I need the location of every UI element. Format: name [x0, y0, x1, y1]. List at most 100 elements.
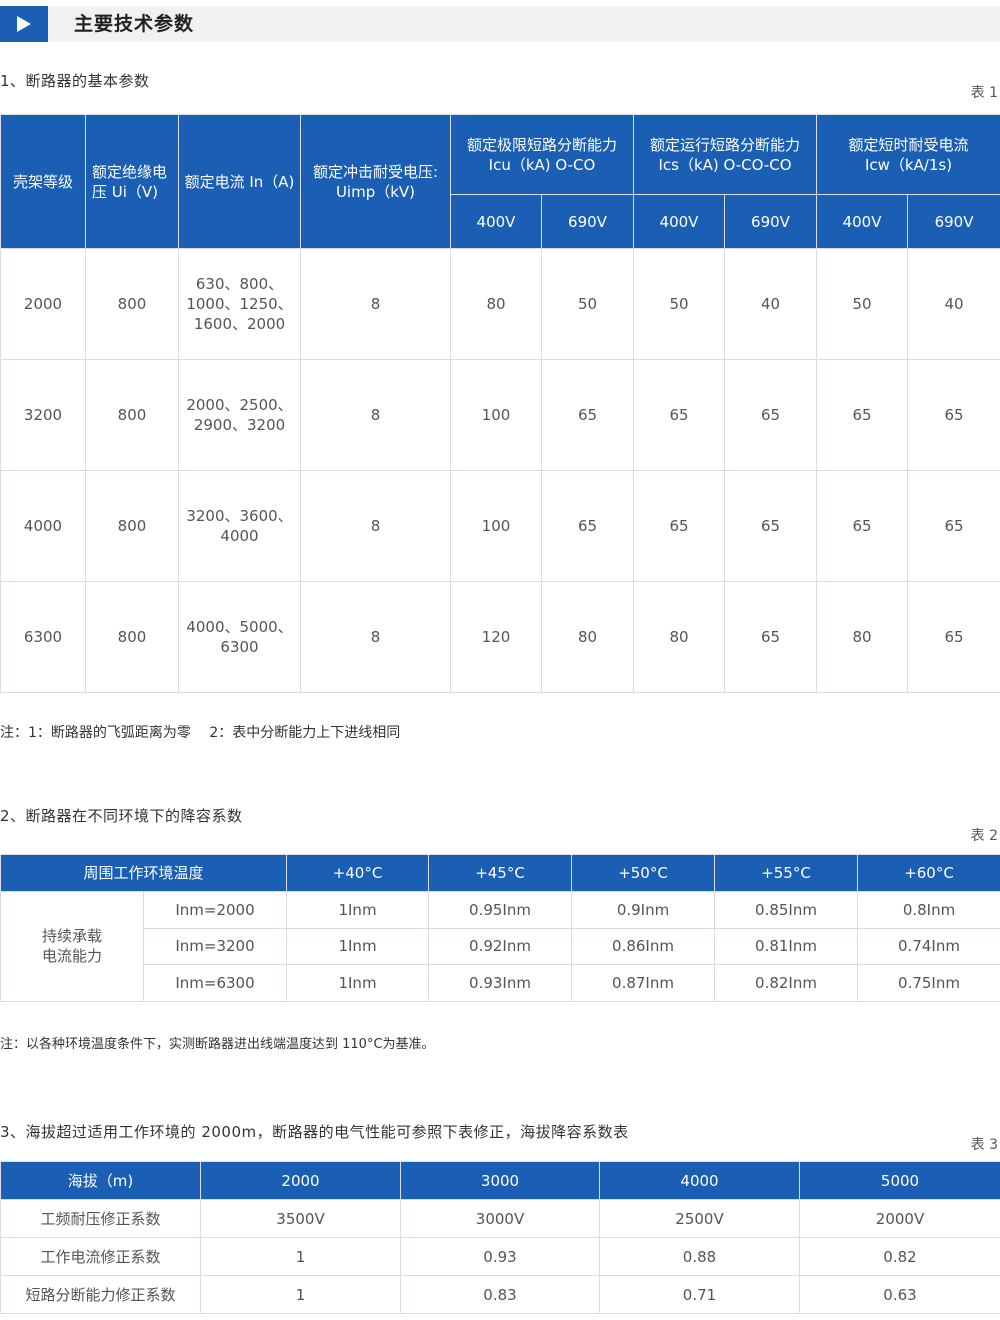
cell-value: 2000V [799, 1199, 1000, 1238]
cell-ui: 800 [85, 359, 179, 471]
cell-uimp: 8 [300, 470, 451, 582]
cell-frame: 6300 [0, 581, 86, 693]
section1-title: 1、断路器的基本参数 [0, 72, 150, 90]
header-altitude-2000: 2000 [200, 1161, 401, 1200]
header-ics: 额定运行短路分断能力 Ics（kA) O-CO-CO [632, 114, 818, 195]
header-icw-690v: 690V [907, 194, 1000, 249]
cell-value: 0.92Inm [428, 927, 573, 966]
table2-number: 表 2 [970, 828, 998, 844]
header-ui: 额定绝缘电压 Ui（V) [85, 114, 179, 249]
cell-icw-690v: 65 [907, 470, 1000, 582]
cell-value: 0.86Inm [571, 927, 716, 966]
table-row: 2000 800 630、800、1000、1250、1600、2000 8 8… [0, 248, 1000, 360]
cell-value: 3500V [200, 1199, 401, 1238]
cell-frame: 2000 [0, 248, 86, 360]
cell-frame: 3200 [0, 359, 86, 471]
cell-icu-400v: 100 [450, 470, 542, 582]
table-row: Inm=3200 1Inm 0.92Inm 0.86Inm 0.81Inm 0.… [1, 927, 1000, 966]
header-in: 额定电流 In（A) [178, 114, 301, 249]
cell-value: 0.82 [799, 1237, 1000, 1276]
cell-frame: 4000 [0, 470, 86, 582]
cell-value: 0.81Inm [714, 927, 859, 966]
cell-icw-400v: 65 [816, 470, 909, 582]
cell-icw-400v: 80 [816, 581, 909, 693]
cell-in: 4000、5000、6300 [178, 581, 301, 693]
header-altitude: 海拔（m) [0, 1161, 201, 1200]
cell-value: 0.9Inm [571, 891, 716, 929]
cell-value: 1Inm [286, 927, 430, 966]
cell-ics-400v: 65 [633, 470, 725, 582]
cell-value: 0.95Inm [428, 891, 573, 929]
header-altitude-4000: 4000 [599, 1161, 800, 1200]
table-row: 3200 800 2000、2500、2900、3200 8 100 65 65… [0, 359, 1000, 471]
cell-ics-400v: 50 [633, 248, 725, 360]
cell-value: 1 [200, 1237, 401, 1276]
cell-value: 0.71 [599, 1275, 800, 1314]
cell-value: 2500V [599, 1199, 800, 1238]
table-row: 持续承载电流能力 Inm=2000 1Inm 0.95Inm 0.9Inm 0.… [0, 891, 1000, 1002]
cell-uimp: 8 [300, 248, 451, 360]
cell-inm: Inm=6300 [142, 964, 288, 1002]
cell-ics-690v: 40 [723, 248, 818, 360]
cell-ics-690v: 65 [723, 359, 818, 471]
cell-inm: Inm=2000 [142, 891, 288, 929]
header-temp-55: +55°C [714, 854, 859, 892]
header-uimp: 额定冲击耐受电压: Uimp（kV) [300, 114, 451, 249]
section3-title: 3、海拔超过适用工作环境的 2000m，断路器的电气性能可参照下表修正，海拔降容… [0, 1123, 629, 1141]
cell-value: 1Inm [286, 964, 430, 1002]
section1-note: 注：1：断路器的飞弧距离为零 2：表中分断能力上下进线相同 [0, 725, 401, 741]
altitude-derating-table: 海拔（m) 2000 3000 4000 5000 工频耐压修正系数 3500V… [0, 1161, 1000, 1314]
cell-icu-690v: 65 [541, 359, 634, 471]
cell-ics-690v: 65 [723, 581, 818, 693]
cell-ui: 800 [85, 470, 179, 582]
cell-value: 3000V [400, 1199, 600, 1238]
cell-value: 0.8Inm [857, 891, 1000, 929]
cell-icw-400v: 50 [816, 248, 909, 360]
table-row: 工频耐压修正系数 3500V 3000V 2500V 2000V [0, 1199, 1000, 1238]
cell-factor-label: 工作电流修正系数 [0, 1237, 201, 1276]
header-frame: 壳架等级 [0, 114, 86, 249]
cell-icu-400v: 100 [450, 359, 542, 471]
cell-icu-690v: 80 [541, 581, 634, 693]
section2-title: 2、断路器在不同环境下的降容系数 [0, 807, 243, 825]
cell-factor-label: 短路分断能力修正系数 [0, 1275, 201, 1314]
section-header: 主要技术参数 [0, 6, 1000, 42]
table-row: 工作电流修正系数 1 0.93 0.88 0.82 [0, 1237, 1000, 1276]
cell-inm: Inm=3200 [142, 927, 288, 966]
cell-icw-690v: 40 [907, 248, 1000, 360]
cell-ui: 800 [85, 248, 179, 360]
cell-value: 0.82Inm [714, 964, 859, 1002]
header-ics-690v: 690V [723, 194, 818, 249]
cell-icw-690v: 65 [907, 359, 1000, 471]
table-row: 6300 800 4000、5000、6300 8 120 80 80 65 8… [0, 581, 1000, 693]
cell-ics-690v: 65 [723, 470, 818, 582]
table-row: 短路分断能力修正系数 1 0.83 0.71 0.63 [0, 1275, 1000, 1314]
table-row: 4000 800 3200、3600、4000 8 100 65 65 65 6… [0, 470, 1000, 582]
cell-factor-label: 工频耐压修正系数 [0, 1199, 201, 1238]
cell-icu-690v: 65 [541, 470, 634, 582]
cell-value: 1Inm [286, 891, 430, 929]
cell-value: 0.88 [599, 1237, 800, 1276]
derating-temperature-table: 周围工作环境温度 +40°C +45°C +50°C +55°C +60°C 持… [0, 854, 1000, 1002]
cell-in: 630、800、1000、1250、1600、2000 [178, 248, 301, 360]
header-marker [0, 6, 48, 42]
header-icw: 额定短时耐受电流 Icw（kA/1s) [816, 114, 1000, 195]
section2-note: 注：以各种环境温度条件下，实测断路器进出线端温度达到 110°C为基准。 [0, 1037, 435, 1052]
header-temp-45: +45°C [428, 854, 573, 892]
header-temp-40: +40°C [286, 854, 430, 892]
cell-icw-690v: 65 [907, 581, 1000, 693]
cell-icw-400v: 65 [816, 359, 909, 471]
basic-parameters-table: 壳架等级 额定绝缘电压 Ui（V) 额定电流 In（A) 额定冲击耐受电压: U… [0, 114, 1000, 693]
play-triangle-icon [17, 16, 31, 32]
cell-uimp: 8 [300, 581, 451, 693]
cell-icu-690v: 50 [541, 248, 634, 360]
cell-ics-400v: 65 [633, 359, 725, 471]
cell-in: 2000、2500、2900、3200 [178, 359, 301, 471]
header-altitude-3000: 3000 [400, 1161, 600, 1200]
header-icu: 额定极限短路分断能力 Icu（kA) O-CO [450, 114, 634, 195]
cell-value: 0.74Inm [857, 927, 1000, 966]
cell-value: 1 [200, 1275, 401, 1314]
cell-value: 0.93Inm [428, 964, 573, 1002]
cell-ics-400v: 80 [633, 581, 725, 693]
cell-value: 0.85Inm [714, 891, 859, 929]
